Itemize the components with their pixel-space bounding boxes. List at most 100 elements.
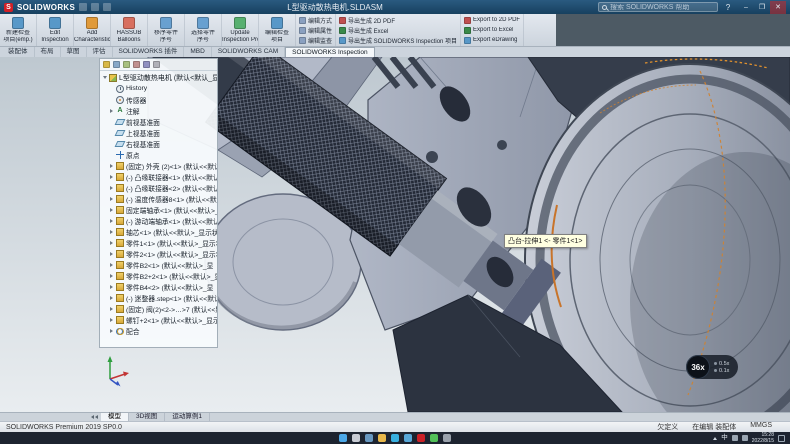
ribbon-tab[interactable]: SOLIDWORKS CAM <box>212 47 285 57</box>
expand-icon[interactable] <box>110 296 113 300</box>
search-icon[interactable] <box>352 434 360 442</box>
ribbon-tab[interactable]: 草图 <box>61 47 87 57</box>
notification-icon[interactable] <box>778 435 785 442</box>
expand-icon[interactable] <box>110 197 113 201</box>
file-explorer-icon[interactable] <box>378 434 386 442</box>
expand-icon[interactable] <box>110 208 113 212</box>
task-view-icon[interactable] <box>365 434 373 442</box>
wechat-icon[interactable] <box>430 434 438 442</box>
ribbon-tab[interactable]: 评估 <box>87 47 113 57</box>
tree-item[interactable]: 轴芯<1> (默认<<默认>_显示状态 <box>102 226 217 237</box>
tree-item[interactable]: (-) 迷整器.step<1> (默认<<默认>_ <box>102 292 217 303</box>
tray-chevron-icon[interactable] <box>713 437 717 440</box>
new-document-icon[interactable] <box>79 3 87 11</box>
ribbon-small-button[interactable]: 编辑方式 <box>299 16 332 25</box>
tree-item[interactable]: 原点 <box>102 149 217 160</box>
ribbon-tab[interactable]: MBD <box>184 47 211 57</box>
ribbon-button[interactable]: 编辑检查 项目 <box>259 14 296 46</box>
graphics-area[interactable]: L型驱动散热电机 (默认<默认_显示状 History <box>0 57 790 412</box>
expand-icon[interactable] <box>110 329 113 333</box>
document-tab[interactable]: 3D视图 <box>129 413 165 421</box>
tree-item[interactable]: 固定端轴承<1> (默认<<默认>_显示状 <box>102 204 217 215</box>
expand-icon[interactable] <box>110 219 113 223</box>
dimxpertmanager-icon[interactable] <box>133 61 140 68</box>
tree-item[interactable]: (-) 游动端轴承<1> (默认<<默认>_显 <box>102 215 217 226</box>
configurationmanager-icon[interactable] <box>123 61 130 68</box>
tree-item[interactable]: 前视基准面 <box>102 116 217 127</box>
expand-icon[interactable] <box>110 252 113 256</box>
ribbon-button[interactable]: HASSUB Balloons <box>111 14 148 46</box>
expand-icon[interactable] <box>110 307 113 311</box>
minimize-button[interactable]: – <box>738 1 754 14</box>
ribbon-small-button[interactable]: Export to Excel <box>464 26 520 35</box>
tree-item[interactable]: 螺钉+2<1> (默认<<默认>_显示状 <box>102 314 217 325</box>
ribbon-small-button[interactable]: 编辑监查 <box>299 36 332 45</box>
document-tab[interactable]: 运动算例1 <box>165 413 210 421</box>
ribbon-small-button[interactable]: Export to 2D PDF <box>464 16 520 25</box>
tree-item[interactable]: 配合 <box>102 325 217 336</box>
help-search[interactable] <box>598 2 718 12</box>
tree-item[interactable]: (固定) 阀(2)<2->…>7 (默认<<默认> <box>102 303 217 314</box>
ribbon-tab[interactable]: SOLIDWORKS 插件 <box>113 47 185 57</box>
tree-item[interactable]: (-) 温度传感器8<1> (默认<<默认>_ <box>102 193 217 204</box>
ribbon-button[interactable]: 选择零件 序号 <box>185 14 222 46</box>
start-icon[interactable] <box>339 434 347 442</box>
tree-item[interactable]: (固定) 外壳 (2)<1> (默认<<默认>_显示状 <box>102 160 217 171</box>
ribbon-small-button[interactable]: 编辑属性 <box>299 26 332 35</box>
search-input[interactable] <box>610 4 714 11</box>
inspection-manager-icon[interactable] <box>153 61 160 68</box>
settings-icon[interactable] <box>443 434 451 442</box>
network-icon[interactable] <box>742 435 748 441</box>
ribbon-small-button[interactable]: 导出生成 2D PDF <box>339 16 457 25</box>
ribbon-tab[interactable]: 布局 <box>35 47 61 57</box>
tree-item[interactable]: 右视基准面 <box>102 138 217 149</box>
tree-item[interactable]: 注解 <box>102 105 217 116</box>
help-button[interactable]: ? <box>722 3 734 12</box>
tree-item[interactable]: 传感器 <box>102 94 217 105</box>
maximize-button[interactable]: ❐ <box>754 1 770 14</box>
expand-icon[interactable] <box>110 285 113 289</box>
ribbon-button[interactable]: Update Inspection Project <box>222 14 259 46</box>
tree-item[interactable]: 上视基准面 <box>102 127 217 138</box>
expand-icon[interactable] <box>110 263 113 267</box>
close-button[interactable]: ✕ <box>770 1 786 14</box>
document-tab[interactable]: 模型 <box>101 413 129 421</box>
expand-icon[interactable] <box>110 274 113 278</box>
tray-clock[interactable]: 15:28 2022/8/15 <box>752 433 774 444</box>
tree-item[interactable]: (-) 凸缘联接器<1> (默认<<默认>_显 <box>102 171 217 182</box>
tree-item[interactable]: 零件1<1> (默认<<默认>_显示状态 <box>102 237 217 248</box>
volume-icon[interactable] <box>732 435 738 441</box>
microsoft-store-icon[interactable] <box>404 434 412 442</box>
tree-item[interactable]: 零件B2<1> (默认<<默认>_显 <box>102 259 217 270</box>
ribbon-small-button[interactable]: 导出生成 SOLIDWORKS Inspection 项目 <box>339 36 457 45</box>
displaymanager-icon[interactable] <box>143 61 150 68</box>
expand-icon[interactable] <box>110 164 113 168</box>
propertymanager-icon[interactable] <box>113 61 120 68</box>
tab-scroll-icons[interactable] <box>88 413 101 421</box>
tree-item[interactable]: 零件B2+2<1> (默认<<默认>_显 <box>102 270 217 281</box>
tree-item[interactable]: (-) 凸缘联接器<2> (默认<<默认>_显 <box>102 182 217 193</box>
ribbon-tab[interactable]: SOLIDWORKS Inspection <box>285 47 375 57</box>
featuremanager-tree-icon[interactable] <box>103 61 110 68</box>
expand-icon[interactable] <box>110 318 113 322</box>
ribbon-button[interactable]: Edit Inspection <box>37 14 74 46</box>
collapse-icon[interactable] <box>103 76 107 79</box>
ribbon-small-button[interactable]: 导出生成 Excel <box>339 26 457 35</box>
ribbon-tab[interactable]: 装配体 <box>2 47 35 57</box>
tree-item[interactable]: 零件2<1> (默认<<默认>_显示状态 <box>102 248 217 259</box>
ribbon-button[interactable]: 移序零件 序号 <box>148 14 185 46</box>
ime-indicator[interactable]: 中 <box>721 432 728 444</box>
ribbon-small-button[interactable]: Export eDrawing <box>464 36 520 45</box>
expand-icon[interactable] <box>110 241 113 245</box>
feature-tree-root[interactable]: L型驱动散热电机 (默认<默认_显示状 <box>102 72 217 83</box>
open-document-icon[interactable] <box>91 3 99 11</box>
expand-icon[interactable] <box>110 109 113 113</box>
tree-item[interactable]: History <box>102 83 217 94</box>
expand-icon[interactable] <box>110 175 113 179</box>
ribbon-button[interactable]: 新建检查 项目(emp.) <box>0 14 37 46</box>
tree-item[interactable]: 零件B4<2> (默认<<默认>_显 <box>102 281 217 292</box>
ribbon-button[interactable]: Add Characteristic <box>74 14 111 46</box>
save-document-icon[interactable] <box>103 3 111 11</box>
expand-icon[interactable] <box>110 230 113 234</box>
expand-icon[interactable] <box>110 186 113 190</box>
